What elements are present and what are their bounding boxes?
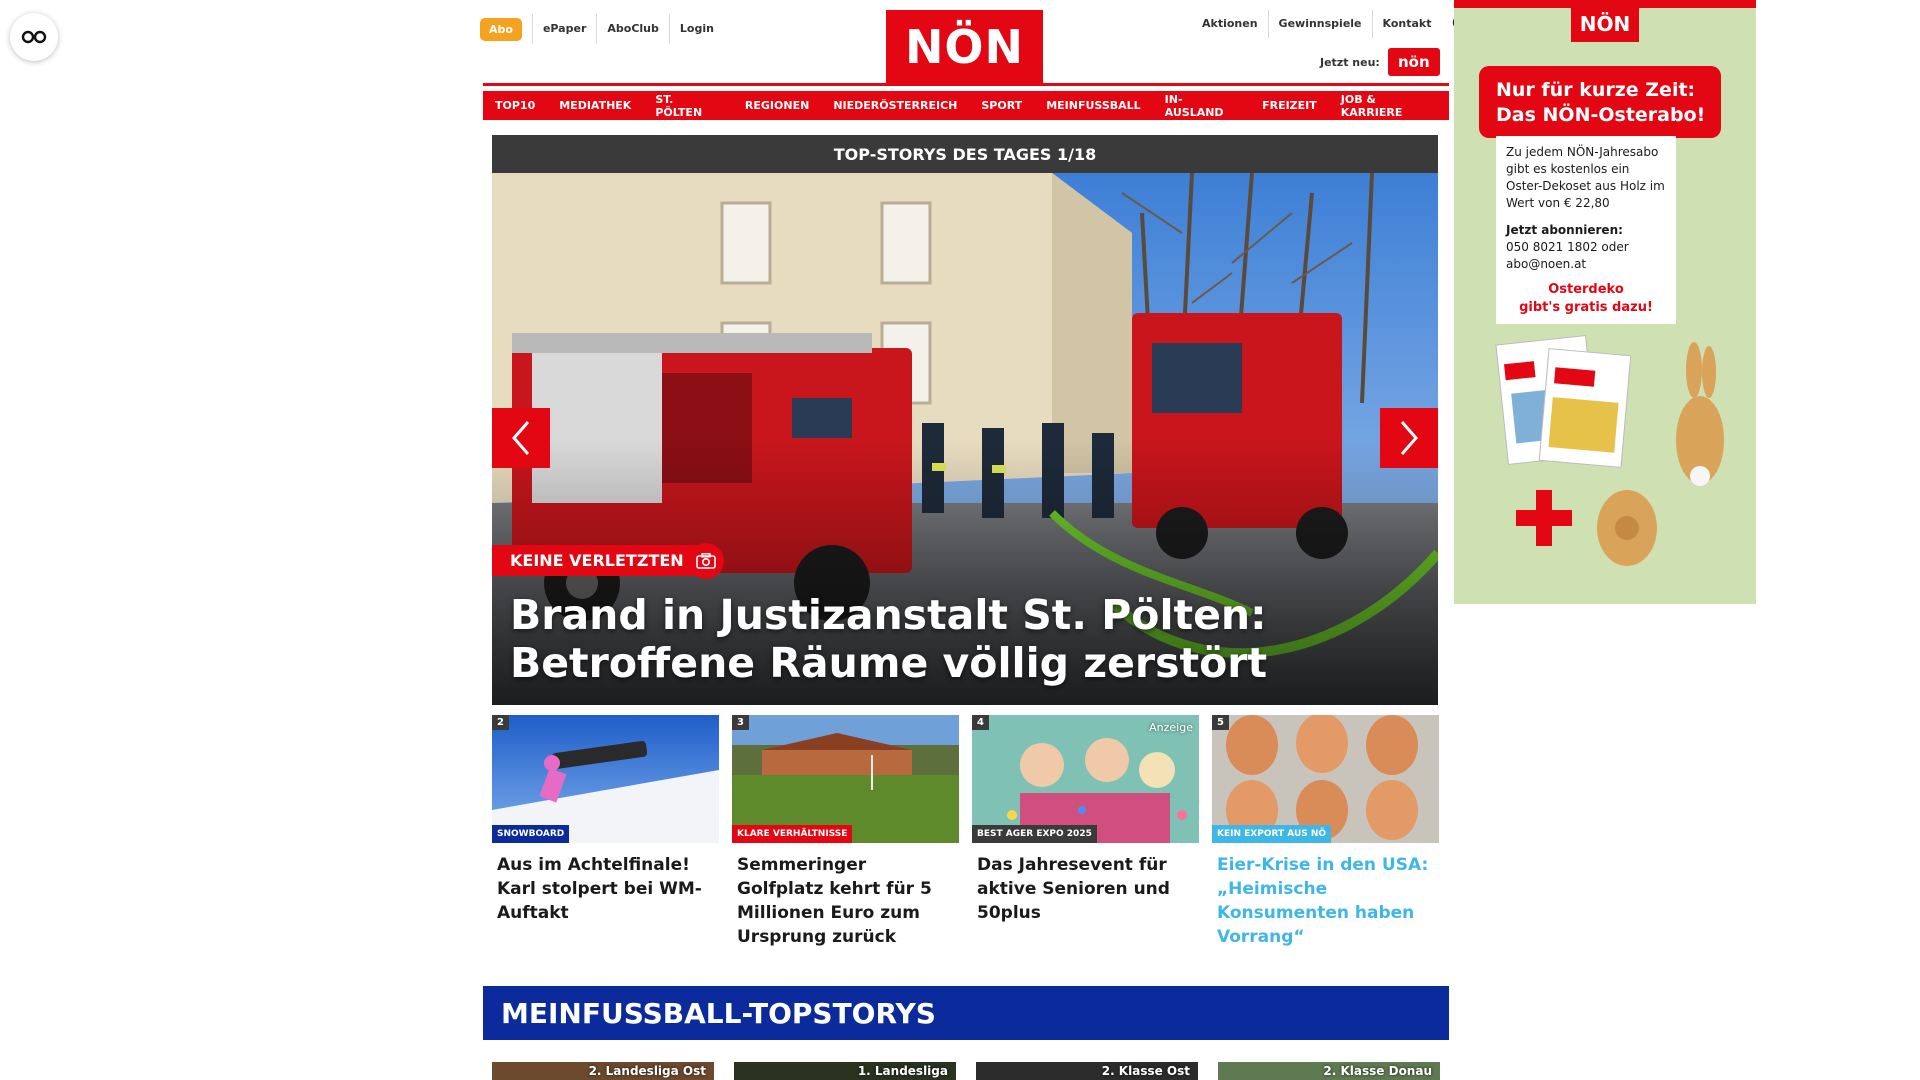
- story-title[interactable]: Aus im Achtelfinale! Karl stolpert bei W…: [492, 843, 719, 925]
- top-stories-slider: TOP-STORYS DES TAGES 1/18 KEINE VERLETZT…: [492, 135, 1438, 705]
- story-title[interactable]: Semmeringer Golfplatz kehrt für 5 Millio…: [732, 843, 959, 949]
- nav-niederoesterreich[interactable]: NIEDERÖSTERREICH: [821, 91, 970, 120]
- league-label: 2. Klasse Ost: [1101, 1064, 1190, 1078]
- jetzt-neu-promo[interactable]: Jetzt neu: nön: [1320, 48, 1440, 76]
- story-title[interactable]: Das Jahresevent für aktive Senioren und …: [972, 843, 1199, 925]
- fussball-thumb-2[interactable]: 1. Landesliga: [734, 1062, 956, 1080]
- ad-logo: NÖN: [1571, 6, 1639, 42]
- story-number: 3: [732, 715, 749, 730]
- story-number: 2: [492, 715, 509, 730]
- plus-icon: [1516, 490, 1572, 546]
- ad-info-card: Zu jedem NÖN-Jahresabo gibt es kostenlos…: [1496, 136, 1676, 324]
- accessibility-button[interactable]: [10, 13, 58, 61]
- nav-freizeit[interactable]: FREIZEIT: [1250, 91, 1329, 120]
- ad-cta-block: Jetzt abonnieren: 050 8021 1802 oder abo…: [1506, 222, 1666, 273]
- aboclub-link[interactable]: AboClub: [596, 14, 669, 44]
- main-nav: TOP10 MEDIATHEK ST. PÖLTEN REGIONEN NIED…: [483, 91, 1450, 120]
- meinfussball-section-title[interactable]: MEINFUSSBALL-TOPSTORYS: [483, 986, 1449, 1040]
- epaper-link[interactable]: ePaper: [531, 14, 596, 44]
- golf-course-image: [732, 715, 959, 843]
- nav-regionen[interactable]: REGIONEN: [732, 91, 822, 120]
- wooden-egg-image: [1597, 490, 1657, 566]
- nav-st-poelten[interactable]: ST. PÖLTEN: [643, 91, 733, 120]
- snowboard-image: [492, 715, 719, 843]
- story-number: 4: [972, 715, 989, 730]
- jetzt-neu-label: Jetzt neu:: [1320, 55, 1380, 69]
- top-right-links: Aktionen Gewinnspiele Kontakt: [1192, 10, 1472, 38]
- seniors-party-image: [972, 715, 1199, 843]
- league-label: 2. Klasse Donau: [1323, 1064, 1432, 1078]
- slider-next-button[interactable]: [1380, 408, 1438, 468]
- glasses-icon: [21, 30, 47, 44]
- story-thumb: 5 KEIN EXPORT AUS NÖ: [1212, 715, 1439, 843]
- story-tag: KLARE VERHÄLTNISSE: [732, 825, 853, 843]
- nav-job-karriere[interactable]: JOB & KARRIERE: [1328, 91, 1450, 120]
- ad-headline-line-2: Das NÖN-Osterabo!: [1496, 104, 1706, 126]
- ad-red-line-1: Osterdeko: [1548, 282, 1624, 297]
- slider-prev-button[interactable]: [492, 408, 550, 468]
- slider-title: TOP-STORYS DES TAGES 1/18: [492, 135, 1438, 173]
- nav-sport[interactable]: SPORT: [969, 91, 1035, 120]
- story-number: 5: [1212, 715, 1229, 730]
- story-card-3[interactable]: 3 KLARE VERHÄLTNISSE Semmeringer Golfpla…: [732, 715, 959, 949]
- wooden-bunny-image: [1676, 342, 1724, 486]
- kontakt-link[interactable]: Kontakt: [1371, 10, 1442, 38]
- story-tag: SNOWBOARD: [492, 825, 570, 843]
- eggs-image: [1212, 715, 1439, 843]
- ad-cta-contact: 050 8021 1802 oder abo@noen.at: [1506, 240, 1629, 271]
- story-card-2[interactable]: 2 SNOWBOARD Aus im Achtelfinale! Karl st…: [492, 715, 719, 925]
- hero-story[interactable]: KEINE VERLETZTEN Brand in Justizanstalt …: [492, 173, 1438, 705]
- ad-label: Anzeige: [1149, 721, 1193, 734]
- chevron-right-icon: [1400, 421, 1418, 455]
- nav-mediathek[interactable]: MEDIATHEK: [547, 91, 644, 120]
- fussball-thumb-3[interactable]: 2. Klasse Ost: [976, 1062, 1198, 1080]
- header-divider: [483, 83, 1449, 86]
- site-logo[interactable]: NÖN: [886, 10, 1043, 84]
- hero-tag: KEINE VERLETZTEN: [492, 545, 702, 576]
- camera-icon: [688, 543, 724, 579]
- login-link[interactable]: Login: [668, 14, 724, 44]
- gewinnspiele-link[interactable]: Gewinnspiele: [1267, 10, 1372, 38]
- story-thumb: 2 SNOWBOARD: [492, 715, 719, 843]
- ad-body: Zu jedem NÖN-Jahresabo gibt es kostenlos…: [1506, 145, 1665, 210]
- league-label: 2. Landesliga Ost: [588, 1064, 706, 1078]
- hero-title[interactable]: Brand in Justizanstalt St. Pölten: Betro…: [510, 591, 1410, 687]
- story-tag: KEIN EXPORT AUS NÖ: [1212, 825, 1332, 843]
- osterabo-ad[interactable]: NÖN Nur für kurze Zeit: Das NÖN-Osterabo…: [1454, 0, 1756, 604]
- nav-in-ausland[interactable]: IN-AUSLAND: [1152, 91, 1251, 120]
- nav-meinfussball[interactable]: MEINFUSSBALL: [1034, 91, 1153, 120]
- ad-cta-label: Jetzt abonnieren:: [1506, 223, 1623, 237]
- nav-top10[interactable]: TOP10: [483, 91, 548, 120]
- newspaper-stack-image: [1495, 335, 1632, 468]
- story-title[interactable]: Eier-Krise in den USA: „Heimische Konsum…: [1212, 843, 1439, 949]
- aktionen-link[interactable]: Aktionen: [1192, 10, 1268, 38]
- ad-headline-line-1: Nur für kurze Zeit:: [1496, 79, 1696, 101]
- ad-headline: Nur für kurze Zeit: Das NÖN-Osterabo!: [1479, 66, 1721, 138]
- fussball-thumb-1[interactable]: 2. Landesliga Ost: [492, 1062, 714, 1080]
- league-label: 1. Landesliga: [857, 1064, 948, 1078]
- story-tag: BEST AGER EXPO 2025: [972, 825, 1097, 843]
- abo-button[interactable]: Abo: [480, 17, 522, 41]
- ad-red-line-2: gibt's gratis dazu!: [1519, 300, 1653, 315]
- story-card-4[interactable]: 4 Anzeige BEST AGER EXPO 2025 Das Jahres…: [972, 715, 1199, 925]
- fussball-thumb-4[interactable]: 2. Klasse Donau: [1218, 1062, 1440, 1080]
- chevron-left-icon: [512, 421, 530, 455]
- top-left-links: Abo ePaper AboClub Login: [480, 14, 724, 44]
- story-thumb: 4 Anzeige BEST AGER EXPO 2025: [972, 715, 1199, 843]
- kids-noen-logo[interactable]: nön: [1387, 48, 1440, 76]
- story-card-5[interactable]: 5 KEIN EXPORT AUS NÖ Eier-Krise in den U…: [1212, 715, 1439, 949]
- story-thumb: 3 KLARE VERHÄLTNISSE: [732, 715, 959, 843]
